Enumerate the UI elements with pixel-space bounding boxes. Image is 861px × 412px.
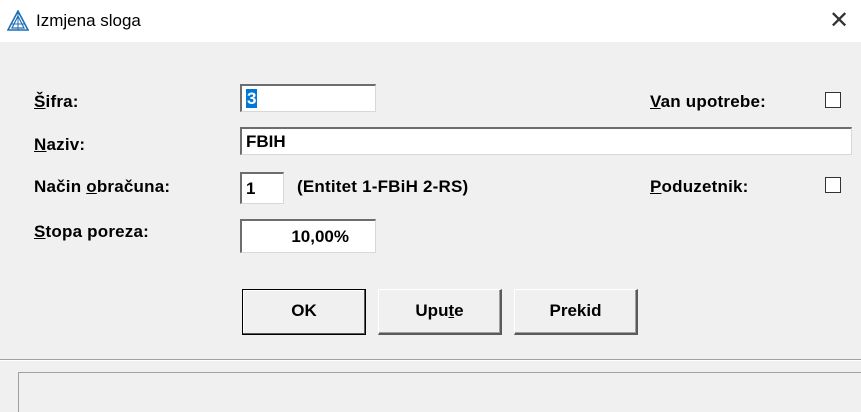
title-bar: Izmjena sloga ✕ xyxy=(0,0,861,42)
sifra-label-text: ifra: xyxy=(45,92,79,111)
naziv-label: Naziv: xyxy=(34,135,85,155)
app-triangle-icon xyxy=(7,10,29,31)
upute-label-rest: e xyxy=(454,301,464,320)
stopa-poreza-text: topa poreza: xyxy=(45,222,150,241)
sifra-label-mnemonic: Š xyxy=(34,92,46,111)
poduzetnik-text: oduzetnik: xyxy=(661,177,749,196)
sifra-label: Šifra: xyxy=(34,92,79,112)
van-upotrebe-text: an upotrebe: xyxy=(660,92,766,111)
nacin-obracuna-label: Način obračuna: xyxy=(34,177,170,197)
nacin-obracuna-value: 1 xyxy=(246,179,256,198)
upute-button[interactable]: Upute xyxy=(378,289,502,335)
stopa-poreza-value: 10,00% xyxy=(291,227,349,246)
sifra-input[interactable]: 3 xyxy=(240,84,376,112)
van-upotrebe-label: Van upotrebe: xyxy=(650,92,766,112)
nacin-obracuna-hint: (Entitet 1-FBiH 2-RS) xyxy=(297,177,469,196)
naziv-input[interactable]: FBIH xyxy=(240,127,852,155)
nacin-obracuna-input[interactable]: 1 xyxy=(240,172,284,204)
ok-button[interactable]: OK xyxy=(242,289,366,335)
stopa-poreza-mnemonic: S xyxy=(34,222,46,241)
van-upotrebe-checkbox[interactable] xyxy=(825,92,841,108)
status-bar xyxy=(18,372,861,412)
van-upotrebe-mnemonic: V xyxy=(650,92,661,111)
naziv-value: FBIH xyxy=(246,132,286,151)
separator-highlight xyxy=(0,360,861,361)
naziv-label-text: aziv: xyxy=(46,135,86,154)
nacin-obracuna-label-pre: Način xyxy=(34,177,87,196)
naziv-label-mnemonic: N xyxy=(34,135,47,154)
poduzetnik-checkbox[interactable] xyxy=(825,177,841,193)
nacin-obracuna-label-rest: bračuna: xyxy=(96,177,171,196)
poduzetnik-label: Poduzetnik: xyxy=(650,177,749,197)
upute-label-pre: Upu xyxy=(415,301,449,320)
window-title: Izmjena sloga xyxy=(36,11,141,30)
nacin-obracuna-mnemonic: o xyxy=(86,177,97,196)
sifra-value: 3 xyxy=(246,89,258,108)
poduzetnik-mnemonic: P xyxy=(650,177,662,196)
prekid-button[interactable]: Prekid xyxy=(514,289,638,335)
stopa-poreza-label: Stopa poreza: xyxy=(34,222,149,242)
close-icon[interactable]: ✕ xyxy=(817,0,861,42)
stopa-poreza-input[interactable]: 10,00% xyxy=(240,219,376,253)
